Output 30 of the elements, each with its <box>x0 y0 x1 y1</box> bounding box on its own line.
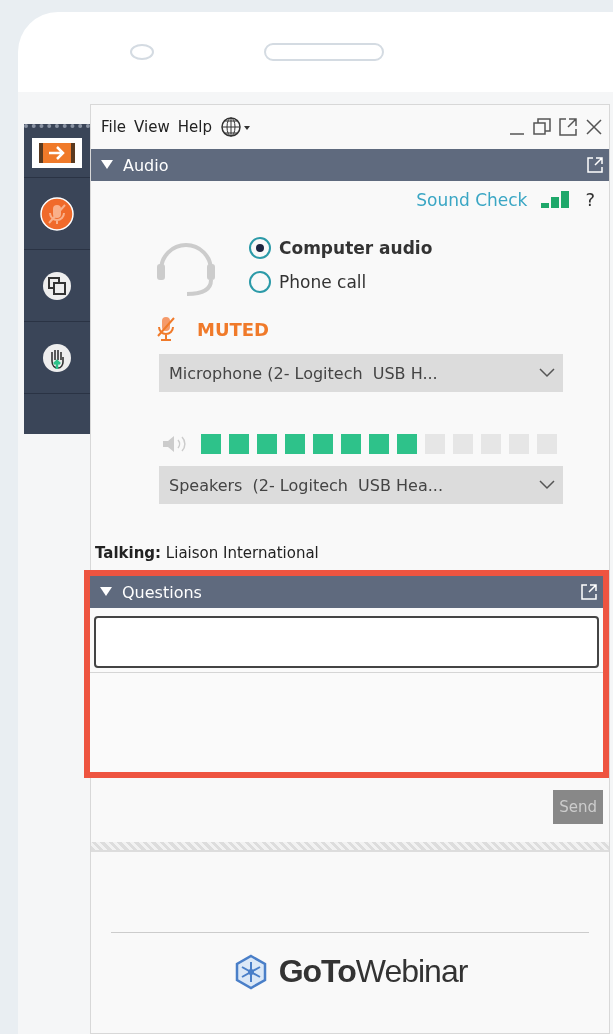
panel-title: Questions <box>122 582 203 602</box>
panel-title: Audio <box>123 155 170 175</box>
muted-microphone-icon <box>40 196 74 231</box>
restore-icon[interactable] <box>533 118 551 136</box>
muted-status: MUTED <box>197 318 270 340</box>
chevron-down-icon <box>539 480 555 490</box>
speakers-dropdown[interactable]: Speakers (2- Logitech USB Hea... <box>159 466 563 504</box>
audio-panel-header[interactable]: Audio <box>91 149 609 181</box>
signal-bars-icon <box>541 189 572 210</box>
globe-icon[interactable] <box>219 116 252 138</box>
popout-icon[interactable] <box>559 118 577 136</box>
question-input-field[interactable] <box>94 616 599 668</box>
questions-panel-header[interactable]: Questions <box>90 576 603 608</box>
microphone-dropdown[interactable]: Microphone (2- Logitech USB H... <box>159 354 563 392</box>
hand-icon <box>42 342 72 373</box>
camera-icon <box>130 44 154 60</box>
radio-option[interactable]: Phone call <box>249 271 433 293</box>
logo-wordmark: GoToWebinar <box>278 953 468 990</box>
radio-option[interactable]: Computer audio <box>249 237 433 259</box>
menu-item[interactable]: View <box>134 118 170 136</box>
menu-item[interactable]: File <box>101 118 127 136</box>
screens-icon <box>42 270 72 301</box>
close-icon[interactable] <box>585 118 603 136</box>
muted-microphone-icon <box>157 316 175 342</box>
collapse-triangle-icon <box>101 160 113 170</box>
help-icon[interactable]: ? <box>585 189 595 210</box>
talking-status: Talking: Liaison International <box>94 543 320 562</box>
chevron-down-icon <box>539 368 555 378</box>
menu-item[interactable]: Help <box>177 118 212 136</box>
collapse-triangle-icon <box>100 587 112 597</box>
